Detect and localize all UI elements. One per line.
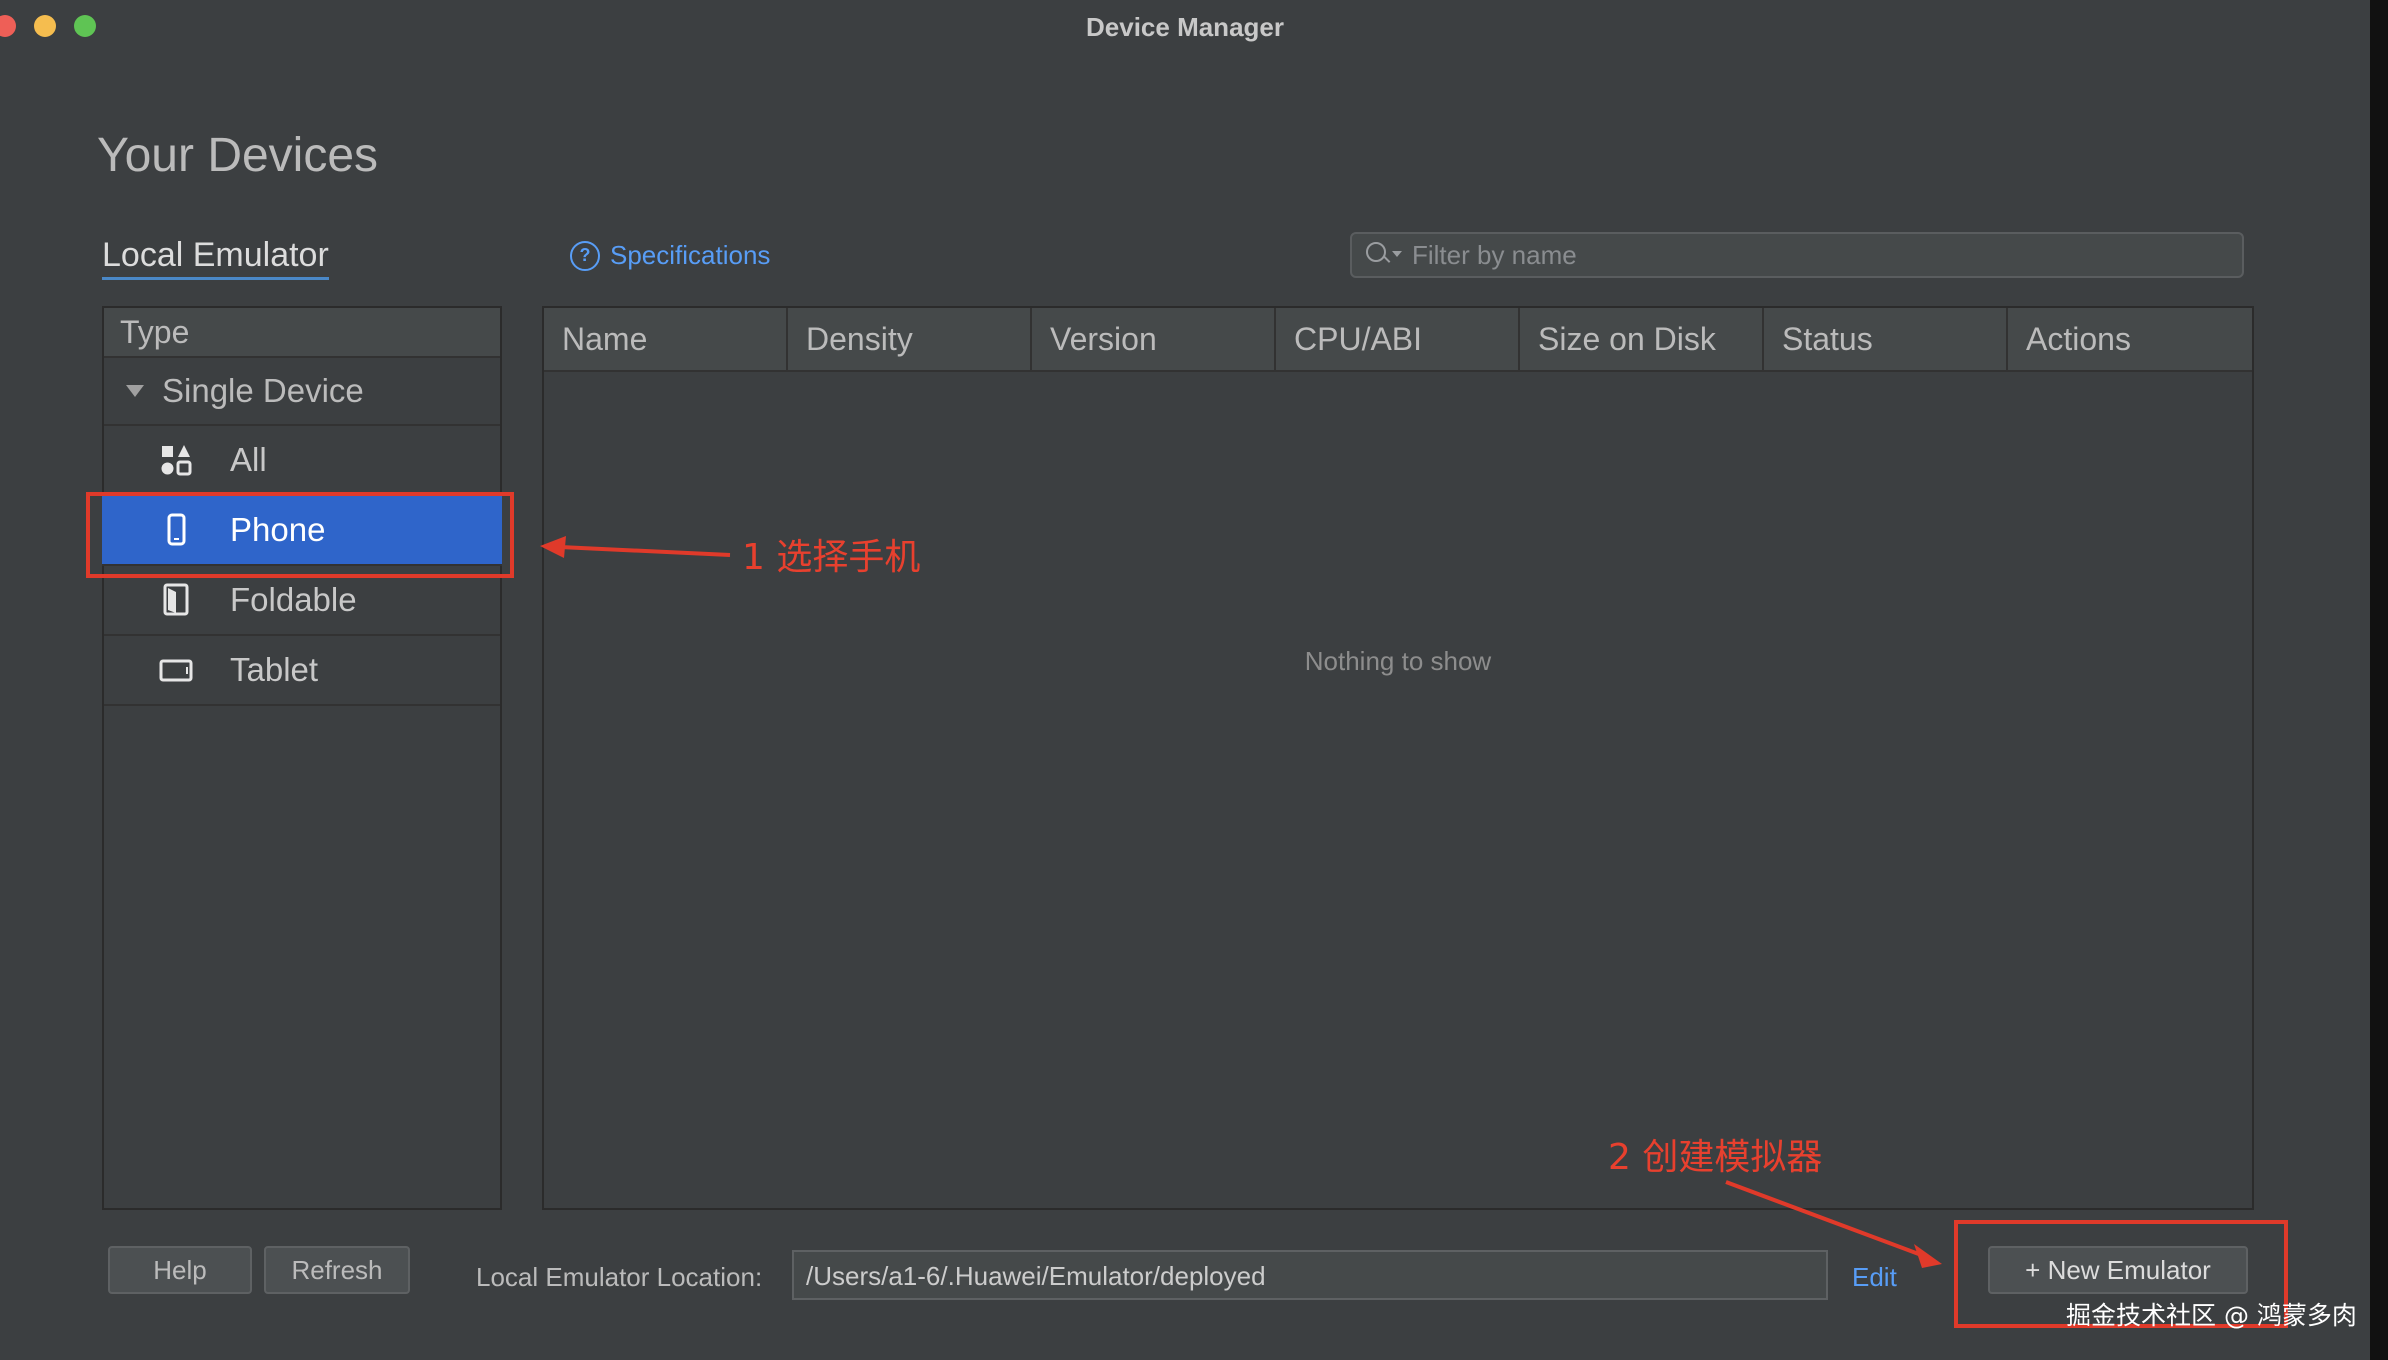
device-manager-window: Device Manager Your Devices Local Emulat… bbox=[0, 0, 2370, 1360]
annotation-arrowhead-1 bbox=[540, 536, 566, 558]
annotation-arrow-1 bbox=[559, 545, 731, 557]
annotation-step-1: 1 选择手机 bbox=[742, 537, 921, 578]
annotation-arrows bbox=[540, 536, 1942, 1268]
background-desktop-strip bbox=[2370, 0, 2388, 1360]
annotation-arrow-2 bbox=[1725, 1180, 1925, 1258]
annotation-arrowhead-2 bbox=[1914, 1244, 1942, 1268]
watermark-text: 掘金技术社区 @ 鸿蒙多肉 bbox=[2066, 1301, 2357, 1330]
annotation-step-2: 2 创建模拟器 bbox=[1608, 1137, 1823, 1178]
